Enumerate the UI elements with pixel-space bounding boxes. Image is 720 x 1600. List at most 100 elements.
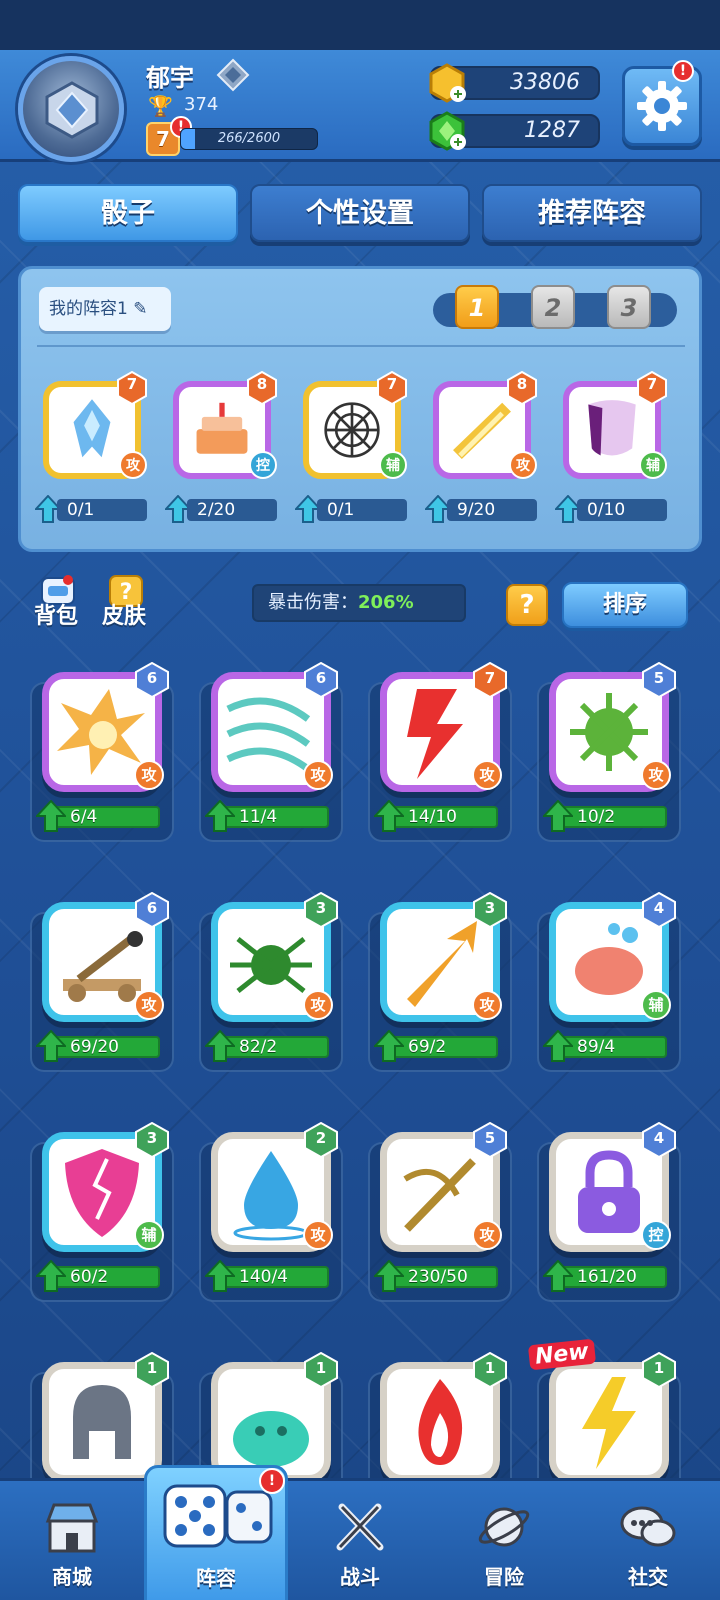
card-level-badge: 4	[641, 891, 677, 929]
card-progress-bar: 0/10	[577, 499, 667, 521]
card-level-badge: 1	[472, 1351, 508, 1389]
card-level-text: 6	[315, 669, 327, 687]
collection-card[interactable]: 6 攻 69/20	[30, 891, 174, 1072]
card-level-text: 4	[653, 1129, 665, 1147]
card-progress-text: 10/2	[577, 807, 616, 827]
deck-card[interactable]: 8 攻 9/20	[423, 370, 541, 527]
status-bar	[0, 0, 720, 50]
collection-card[interactable]: 6 攻 6/4	[30, 661, 174, 842]
upgrade-arrow-icon	[541, 1029, 575, 1062]
deck-card[interactable]: 7 辅 0/1	[293, 370, 411, 527]
crit-damage-label: 暴击伤害：	[268, 592, 358, 613]
collection-card[interactable]: 2 攻 140/4	[199, 1121, 343, 1302]
card-level-badge: 6	[303, 661, 339, 699]
collection-card[interactable]: 4 辅 89/4	[537, 891, 681, 1072]
card-role-badge: 攻	[641, 760, 671, 790]
card-progress-text: 0/1	[327, 500, 355, 520]
nav-item[interactable]: 阵容!	[144, 1465, 288, 1600]
tab-recommended-lineup[interactable]: 推荐阵容	[482, 184, 702, 242]
card-role-badge: 攻	[509, 451, 537, 479]
deck-name-button[interactable]: 我的阵容1 ✎	[39, 287, 171, 331]
card-level-badge: 6	[134, 891, 170, 929]
deck-card[interactable]: 7 攻 0/1	[33, 370, 151, 527]
xp-progress-bar: 266/2600	[180, 128, 318, 150]
deck-slot-1[interactable]: 1	[455, 285, 499, 329]
gold-counter[interactable]: 33806	[429, 63, 600, 103]
card-role-badge: 攻	[134, 990, 164, 1020]
card-level-text: 5	[484, 1129, 496, 1147]
card-level-badge: 5	[472, 1121, 508, 1159]
gear-icon	[637, 81, 687, 131]
nav-item[interactable]: 冒险	[432, 1481, 576, 1600]
card-level-text: 7	[646, 375, 658, 393]
skin-label[interactable]: 皮肤	[102, 598, 146, 630]
card-level-badge: 8	[247, 370, 277, 406]
upgrade-arrow-icon	[541, 799, 575, 832]
crit-damage-display: 暴击伤害：206%	[252, 584, 466, 622]
sort-button[interactable]: 排序	[562, 582, 688, 628]
collection-card[interactable]: 5 攻 10/2	[537, 661, 681, 842]
card-level-text: 7	[386, 375, 398, 393]
card-role-badge: 攻	[303, 1220, 333, 1250]
nav-item[interactable]: 商城	[0, 1481, 144, 1600]
upgrade-arrow-icon	[34, 799, 68, 832]
collection-card[interactable]: 5 攻 230/50	[368, 1121, 512, 1302]
tab-dice[interactable]: 骰子	[18, 184, 238, 242]
collection-card[interactable]: 7 攻 14/10	[368, 661, 512, 842]
edit-pencil-icon: ✎	[133, 299, 148, 319]
collection-card[interactable]: 4 控 161/20	[537, 1121, 681, 1302]
card-progress-text: 82/2	[239, 1037, 278, 1057]
gem-amount: 1287	[524, 118, 580, 143]
xp-progress-text: 266/2600	[217, 131, 281, 146]
deck-slot-2[interactable]: 2	[531, 285, 575, 329]
card-level-badge: 5	[641, 661, 677, 699]
card-role-badge: 攻	[134, 760, 164, 790]
gem-counter[interactable]: 1287	[429, 111, 600, 151]
collection-card[interactable]: 6 攻 11/4	[199, 661, 343, 842]
tab-personalize[interactable]: 个性设置	[250, 184, 470, 242]
card-progress-bar: 0/1	[57, 499, 147, 521]
help-button[interactable]: ?	[506, 584, 548, 626]
card-level-text: 7	[484, 669, 496, 687]
card-level-badge: 3	[303, 891, 339, 929]
deck-card[interactable]: 8 控 2/20	[163, 370, 281, 527]
player-avatar[interactable]	[18, 56, 124, 162]
rank-badge-icon	[216, 58, 250, 92]
upgrade-arrow-icon	[372, 799, 406, 832]
card-progress-text: 69/2	[408, 1037, 447, 1057]
card-progress-text: 11/4	[239, 807, 278, 827]
upgrade-arrow-icon	[203, 799, 237, 832]
card-level-text: 3	[146, 1129, 158, 1147]
nav-alert-badge: !	[259, 1468, 285, 1494]
deck-card[interactable]: 7 辅 0/10	[553, 370, 671, 527]
card-level-text: 3	[484, 899, 496, 917]
card-level-badge: 3	[472, 891, 508, 929]
nav-item[interactable]: 战斗	[288, 1481, 432, 1600]
card-level-text: 1	[315, 1359, 327, 1377]
card-progress-text: 69/20	[70, 1037, 119, 1057]
upgrade-arrow-icon	[34, 1259, 68, 1292]
crossed-swords-icon	[332, 1499, 388, 1555]
deck-name-label: 我的阵容1	[49, 299, 128, 319]
card-role-badge: 攻	[472, 990, 502, 1020]
collection-card[interactable]: 3 攻 82/2	[199, 891, 343, 1072]
collection-card[interactable]: 3 辅 60/2	[30, 1121, 174, 1302]
nav-item[interactable]: 社交	[576, 1481, 720, 1600]
deck-slot-3[interactable]: 3	[607, 285, 651, 329]
deck-divider	[37, 345, 685, 347]
nav-label: 商城	[52, 1565, 92, 1589]
settings-alert-badge: !	[672, 60, 694, 82]
card-level-badge: 6	[134, 661, 170, 699]
crit-damage-value: 206%	[358, 592, 414, 613]
backpack-label[interactable]: 背包	[34, 598, 78, 630]
card-progress-text: 230/50	[408, 1267, 468, 1287]
card-level-badge: 7	[377, 370, 407, 406]
card-level-text: 5	[653, 669, 665, 687]
card-progress-text: 14/10	[408, 807, 457, 827]
profile-header: 郁宇 🏆 374 7 ! 266/2600 33806 1287 !	[0, 50, 720, 162]
card-progress-text: 161/20	[577, 1267, 637, 1287]
collection-card[interactable]: 3 攻 69/2	[368, 891, 512, 1072]
card-level-badge: 1	[303, 1351, 339, 1389]
card-level-badge: 3	[134, 1121, 170, 1159]
card-level-text: 8	[516, 375, 528, 393]
